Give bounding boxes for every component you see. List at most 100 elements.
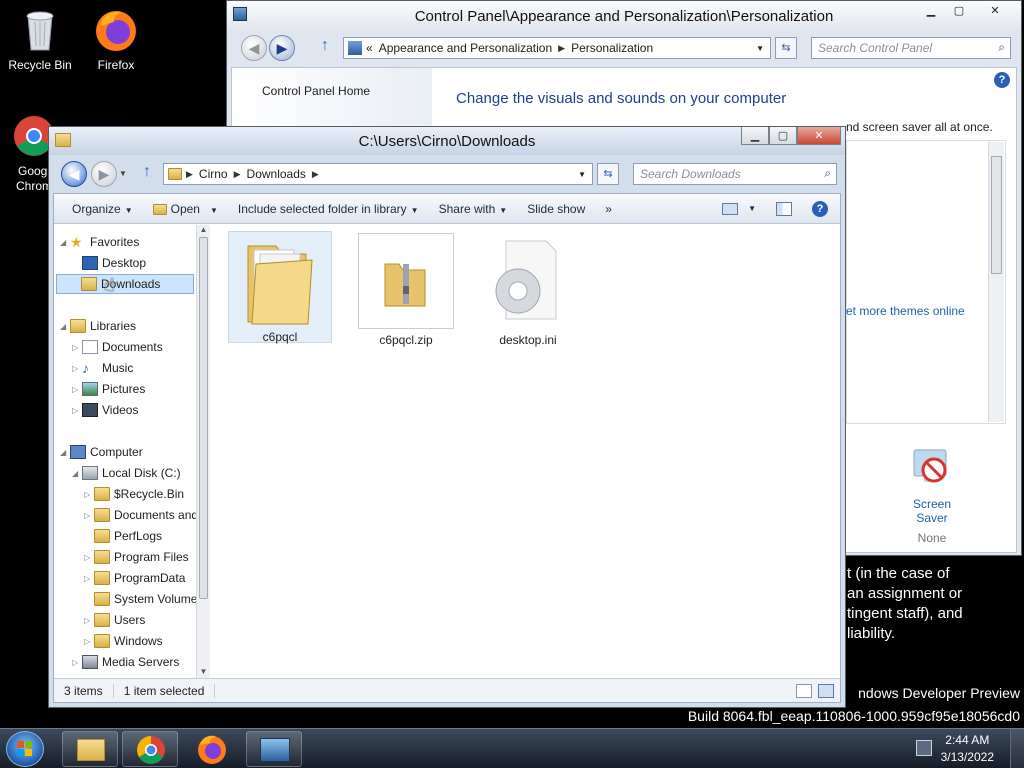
expand-arrow-icon[interactable]: ▷ — [72, 406, 82, 415]
more-commands-button[interactable]: » — [595, 202, 622, 216]
maximize-button[interactable]: ▢ — [945, 1, 973, 19]
taskbar-firefox-button[interactable] — [184, 731, 240, 767]
back-button[interactable]: ◀ — [241, 35, 267, 61]
tree-item-local-disk[interactable]: ◢ Local Disk (C:) — [72, 463, 181, 483]
tree-item-media-servers[interactable]: ▷ Media Servers — [72, 652, 179, 672]
file-item-ini[interactable]: desktop.ini — [476, 231, 580, 347]
expand-arrow-icon[interactable]: ▷ — [84, 553, 94, 562]
collapse-arrow-icon[interactable]: ◢ — [60, 322, 70, 331]
tree-item-users[interactable]: ▷ Users — [84, 610, 145, 630]
taskbar-chrome-button[interactable] — [122, 731, 178, 767]
screen-saver-label[interactable]: Screen Saver — [896, 497, 968, 525]
preview-pane-icon[interactable] — [776, 201, 792, 216]
up-arrow-icon[interactable]: ↑ — [321, 37, 329, 55]
search-icon[interactable]: ⌕ — [824, 166, 831, 181]
file-item-zip[interactable]: c6pqcl.zip — [354, 231, 458, 347]
tree-item-documents[interactable]: ▷ Documents — [72, 337, 163, 357]
tree-item-downloads[interactable]: Downloads — [56, 274, 194, 294]
expand-arrow-icon[interactable]: ▷ — [84, 637, 94, 646]
tree-item-recycle-bin-folder[interactable]: ▷ $Recycle.Bin — [84, 484, 184, 504]
breadcrumb-overflow[interactable]: « — [366, 41, 373, 55]
tree-item-videos[interactable]: ▷ Videos — [72, 400, 138, 420]
tree-item-desktop[interactable]: Desktop — [72, 253, 146, 273]
network-icon[interactable] — [916, 740, 932, 756]
address-bar[interactable]: « Appearance and Personalization ▶ Perso… — [343, 37, 771, 59]
scrollbar-thumb[interactable] — [199, 237, 208, 599]
organize-button[interactable]: Organize ▼ — [54, 202, 143, 216]
explorer-titlebar[interactable]: C:\Users\Cirno\Downloads ▁ ▢ ✕ — [49, 127, 845, 155]
desktop-icon-recycle-bin[interactable]: Recycle Bin — [0, 6, 80, 72]
theme-list-scrollbar[interactable] — [988, 142, 1004, 422]
tree-item-windows[interactable]: ▷ Windows — [84, 631, 163, 651]
tree-item-program-files[interactable]: ▷ Program Files — [84, 547, 189, 567]
collapse-arrow-icon[interactable]: ◢ — [60, 238, 70, 247]
taskbar-control-panel-button[interactable] — [246, 731, 302, 767]
tree-item-music[interactable]: ▷ ♪ Music — [72, 358, 133, 378]
get-more-themes-link[interactable]: et more themes online — [846, 304, 965, 318]
change-view-icon[interactable] — [722, 202, 739, 215]
expand-arrow-icon[interactable]: ▷ — [84, 616, 94, 625]
search-icon[interactable]: ⌕ — [998, 40, 1005, 55]
expand-arrow-icon[interactable]: ▷ — [72, 343, 82, 352]
expand-arrow-icon[interactable]: ▷ — [84, 490, 94, 499]
help-icon[interactable]: ? — [812, 200, 828, 217]
tree-item-system-volume[interactable]: System Volume — [84, 589, 197, 609]
chevron-down-icon[interactable]: ▼ — [748, 204, 756, 213]
breadcrumb-item[interactable]: Downloads — [247, 167, 306, 181]
forward-button[interactable]: ▶ — [269, 35, 295, 61]
chevron-right-icon[interactable]: ▶ — [186, 169, 193, 180]
clock[interactable]: 2:44 AM 3/13/2022 — [941, 732, 994, 766]
tree-item-programdata[interactable]: ▷ ProgramData — [84, 568, 185, 588]
expand-arrow-icon[interactable]: ▷ — [84, 574, 94, 583]
close-button[interactable]: ✕ — [797, 127, 841, 145]
screen-saver-setting[interactable]: Screen Saver None — [896, 446, 968, 545]
expand-arrow-icon[interactable]: ▷ — [72, 658, 82, 667]
large-icons-view-icon[interactable] — [818, 683, 834, 698]
tree-item-documents-and-settings[interactable]: ▷ Documents and — [84, 505, 198, 525]
desktop-icon-firefox[interactable]: Firefox — [76, 6, 156, 72]
address-bar[interactable]: ▶ Cirno ▶ Downloads ▶ ▼ — [163, 163, 593, 185]
breadcrumb-item[interactable]: Cirno — [199, 167, 228, 181]
recent-pages-dropdown[interactable]: ▼ — [119, 169, 127, 178]
search-input[interactable]: Search Control Panel ⌕ — [811, 37, 1011, 59]
chevron-down-icon[interactable]: ▼ — [578, 170, 586, 179]
start-button[interactable] — [6, 731, 44, 767]
tree-item-pictures[interactable]: ▷ Pictures — [72, 379, 145, 399]
minimize-button[interactable]: ▁ — [741, 127, 769, 145]
open-button[interactable]: Open ▼ — [143, 202, 228, 216]
collapse-arrow-icon[interactable]: ◢ — [60, 448, 70, 457]
chevron-right-icon[interactable]: ▶ — [234, 169, 241, 180]
file-item-folder[interactable]: c6pqcl — [228, 231, 332, 344]
search-input[interactable]: Search Downloads ⌕ — [633, 163, 837, 185]
refresh-icon[interactable]: ⇆ — [597, 163, 619, 185]
breadcrumb-item[interactable]: Personalization — [571, 41, 653, 55]
expand-arrow-icon[interactable]: ▷ — [72, 385, 82, 394]
scrollbar-thumb[interactable] — [991, 156, 1002, 274]
expand-arrow-icon[interactable]: ▷ — [84, 511, 94, 520]
refresh-icon[interactable]: ⇆ — [775, 37, 797, 59]
control-panel-titlebar[interactable]: Control Panel\Appearance and Personaliza… — [227, 1, 1021, 29]
chevron-right-icon[interactable]: ▶ — [558, 43, 565, 54]
taskbar-explorer-button[interactable] — [62, 731, 118, 767]
scroll-up-icon[interactable]: ▲ — [197, 225, 210, 234]
maximize-button[interactable]: ▢ — [769, 127, 797, 145]
tree-item-computer[interactable]: ◢ Computer — [60, 442, 143, 462]
share-with-button[interactable]: Share with ▼ — [429, 202, 518, 216]
breadcrumb-item[interactable]: Appearance and Personalization — [379, 41, 552, 55]
tree-item-perflogs[interactable]: PerfLogs — [84, 526, 162, 546]
back-button[interactable]: ◀ — [61, 161, 87, 187]
chevron-right-icon[interactable]: ▶ — [312, 169, 319, 180]
slide-show-button[interactable]: Slide show — [517, 202, 595, 216]
tree-item-libraries[interactable]: ◢ Libraries — [60, 316, 136, 336]
minimize-button[interactable]: ▁ — [917, 1, 945, 19]
expand-arrow-icon[interactable]: ▷ — [72, 364, 82, 373]
navigation-scrollbar[interactable]: ▲ ▼ — [196, 225, 210, 678]
collapse-arrow-icon[interactable]: ◢ — [72, 469, 82, 478]
help-icon[interactable]: ? — [994, 72, 1010, 88]
chevron-down-icon[interactable]: ▼ — [756, 44, 764, 53]
control-panel-home-link[interactable]: Control Panel Home — [262, 84, 370, 98]
forward-button[interactable]: ▶ — [91, 161, 117, 187]
scroll-down-icon[interactable]: ▼ — [197, 667, 210, 676]
close-button[interactable]: ✕ — [973, 1, 1017, 19]
tree-item-favorites[interactable]: ◢ ★ Favorites — [60, 232, 139, 252]
